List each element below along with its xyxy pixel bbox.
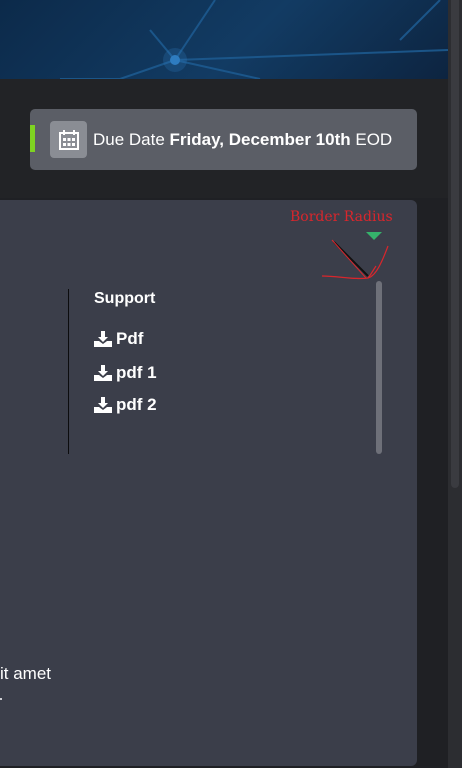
download-icon: [94, 331, 112, 347]
body-text-fragment: it amet: [0, 664, 52, 683]
annotation-label: Border Radius: [290, 209, 393, 225]
download-link-pdf-2[interactable]: pdf 2: [94, 395, 157, 415]
due-date-banner: Due Date Friday, December 10th EOD: [30, 109, 417, 170]
hero-banner: [0, 0, 448, 79]
due-date-label: Due Date: [93, 129, 170, 149]
download-label: pdf 2: [116, 395, 157, 414]
calendar-icon: [50, 121, 87, 158]
download-icon: [94, 397, 112, 413]
annotation-arrow: [321, 239, 389, 280]
download-link-pdf[interactable]: Pdf: [94, 329, 143, 349]
due-date-value: Friday, December 10th: [169, 129, 351, 149]
inner-scrollbar-thumb[interactable]: [376, 281, 382, 454]
due-date-text: Due Date Friday, December 10th EOD: [93, 130, 392, 150]
page-scrollbar-thumb[interactable]: [451, 0, 459, 488]
network-graphic: [60, 0, 448, 79]
text-fragment-mark: [0, 698, 2, 700]
download-label: Pdf: [116, 329, 144, 348]
download-link-pdf-1[interactable]: pdf 1: [94, 363, 157, 383]
due-date-suffix: EOD: [350, 129, 393, 149]
download-label: pdf 1: [116, 363, 157, 382]
download-icon: [94, 365, 112, 381]
due-accent-bar: [30, 125, 35, 152]
column-divider: [68, 289, 69, 454]
support-title: Support: [94, 290, 156, 307]
